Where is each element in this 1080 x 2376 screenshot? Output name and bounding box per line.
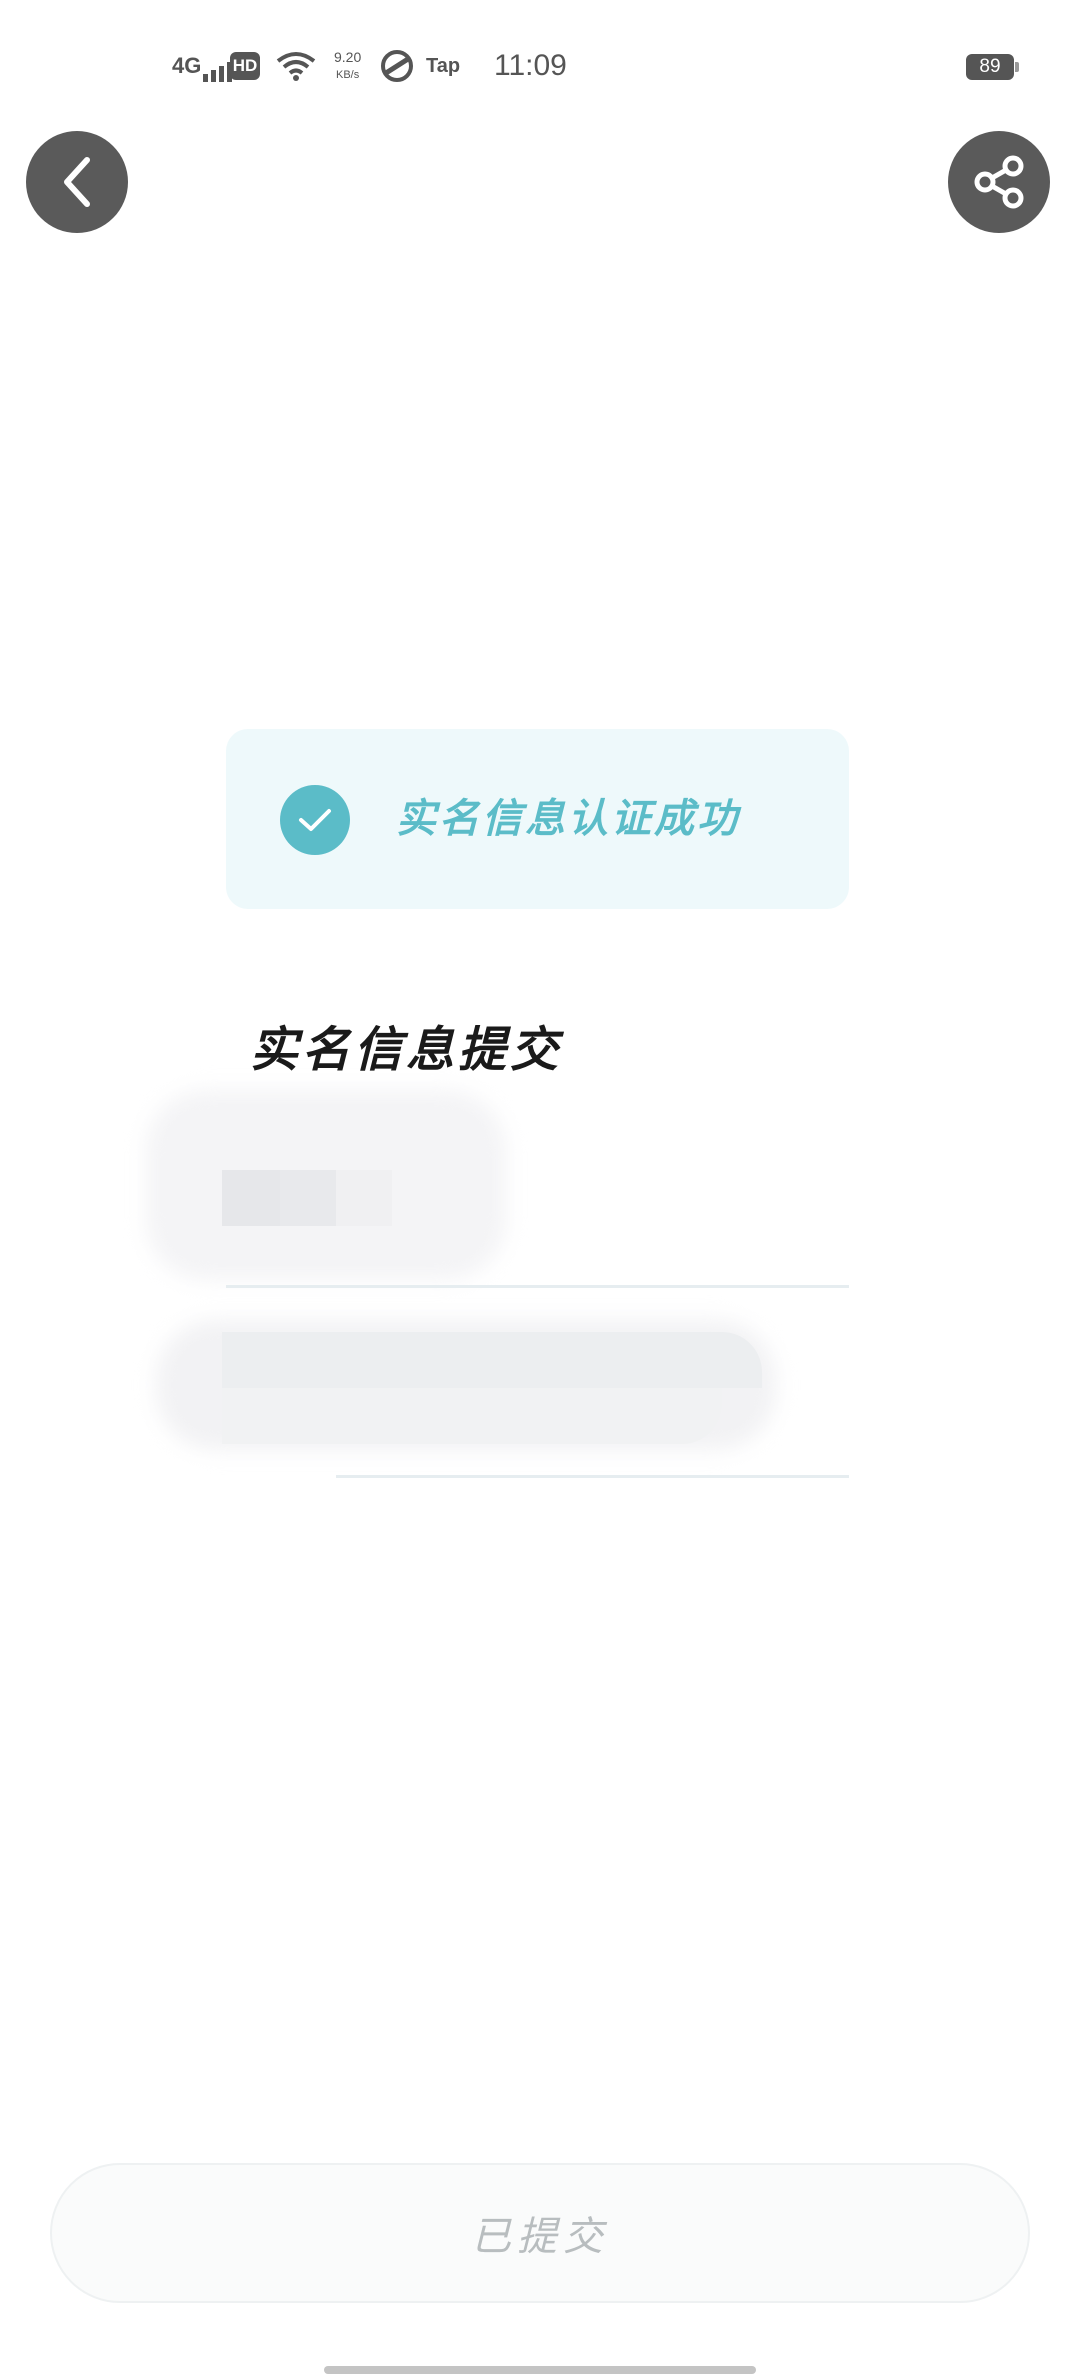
redaction-pixel	[222, 1170, 280, 1226]
tap-label: Tap	[426, 54, 461, 77]
share-button[interactable]	[948, 131, 1050, 233]
taptap-logo-icon	[380, 44, 414, 88]
chevron-left-icon	[64, 157, 90, 207]
network-speed: 9.20 KB/s	[334, 44, 361, 88]
redaction-pixel	[222, 1332, 762, 1388]
home-indicator[interactable]	[324, 2366, 756, 2374]
redaction-pixel	[280, 1170, 336, 1226]
clock: 11:09	[494, 49, 567, 82]
network-type-label: 4G	[172, 53, 202, 78]
id-number-field-redacted	[156, 1300, 849, 1478]
submitted-button[interactable]: 已提交	[50, 2163, 1030, 2303]
back-button[interactable]	[26, 131, 128, 233]
name-field-redacted	[146, 1090, 849, 1288]
field-divider	[336, 1475, 849, 1478]
battery-indicator: 89	[966, 54, 1019, 80]
wifi-icon	[276, 44, 316, 88]
speed-value: 9.20	[334, 49, 362, 65]
section-title: 实名信息提交	[250, 1022, 563, 1078]
field-divider	[226, 1285, 849, 1288]
status-bar: 4G HD 9.20 KB/s Tap 11:09 89	[0, 0, 1080, 130]
check-icon	[299, 809, 331, 831]
speed-unit: KB/s	[336, 69, 360, 81]
signal-4g-indicator: 4G	[172, 44, 235, 88]
redaction-pixel	[222, 1388, 722, 1444]
success-message: 实名信息认证成功	[396, 795, 740, 842]
redaction-pixel	[336, 1170, 392, 1226]
success-badge	[280, 785, 350, 855]
hd-badge: HD	[230, 52, 260, 80]
share-icon	[974, 155, 1024, 209]
verification-success-banner: 实名信息认证成功	[226, 729, 849, 909]
